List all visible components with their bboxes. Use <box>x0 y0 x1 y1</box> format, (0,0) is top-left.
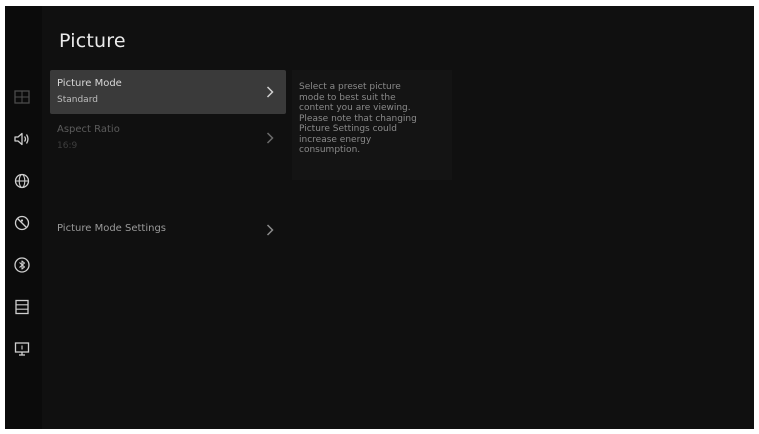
menu-item-aspect-ratio[interactable]: Aspect Ratio 16:9 <box>50 116 286 160</box>
chevron-right-icon <box>264 222 276 236</box>
page-title: Picture <box>59 30 126 52</box>
accessibility-icon[interactable] <box>11 212 33 234</box>
tv-settings-screen: Picture Picture Mode Standard Aspect Rat… <box>5 6 754 429</box>
menu-item-value: Standard <box>57 95 98 105</box>
menu-item-label: Picture Mode Settings <box>57 223 167 234</box>
chevron-right-icon <box>264 130 276 144</box>
storage-icon[interactable] <box>11 296 33 318</box>
system-icon[interactable] <box>11 338 33 360</box>
description-text: Select a preset picture mode to best sui… <box>299 82 417 155</box>
bluetooth-icon[interactable] <box>11 254 33 276</box>
menu-item-label: Picture Mode <box>57 78 122 89</box>
menu-item-value: 16:9 <box>57 141 78 151</box>
menu-item-picture-mode[interactable]: Picture Mode Standard <box>50 70 286 114</box>
picture-icon[interactable] <box>11 86 33 108</box>
network-icon[interactable] <box>11 170 33 192</box>
settings-sidebar <box>5 6 42 429</box>
chevron-right-icon <box>264 84 276 98</box>
sound-icon[interactable] <box>11 128 33 150</box>
menu-item-picture-mode-settings[interactable]: Picture Mode Settings <box>50 208 286 252</box>
menu-item-label: Aspect Ratio <box>57 124 120 135</box>
description-panel: Select a preset picture mode to best sui… <box>292 70 452 180</box>
